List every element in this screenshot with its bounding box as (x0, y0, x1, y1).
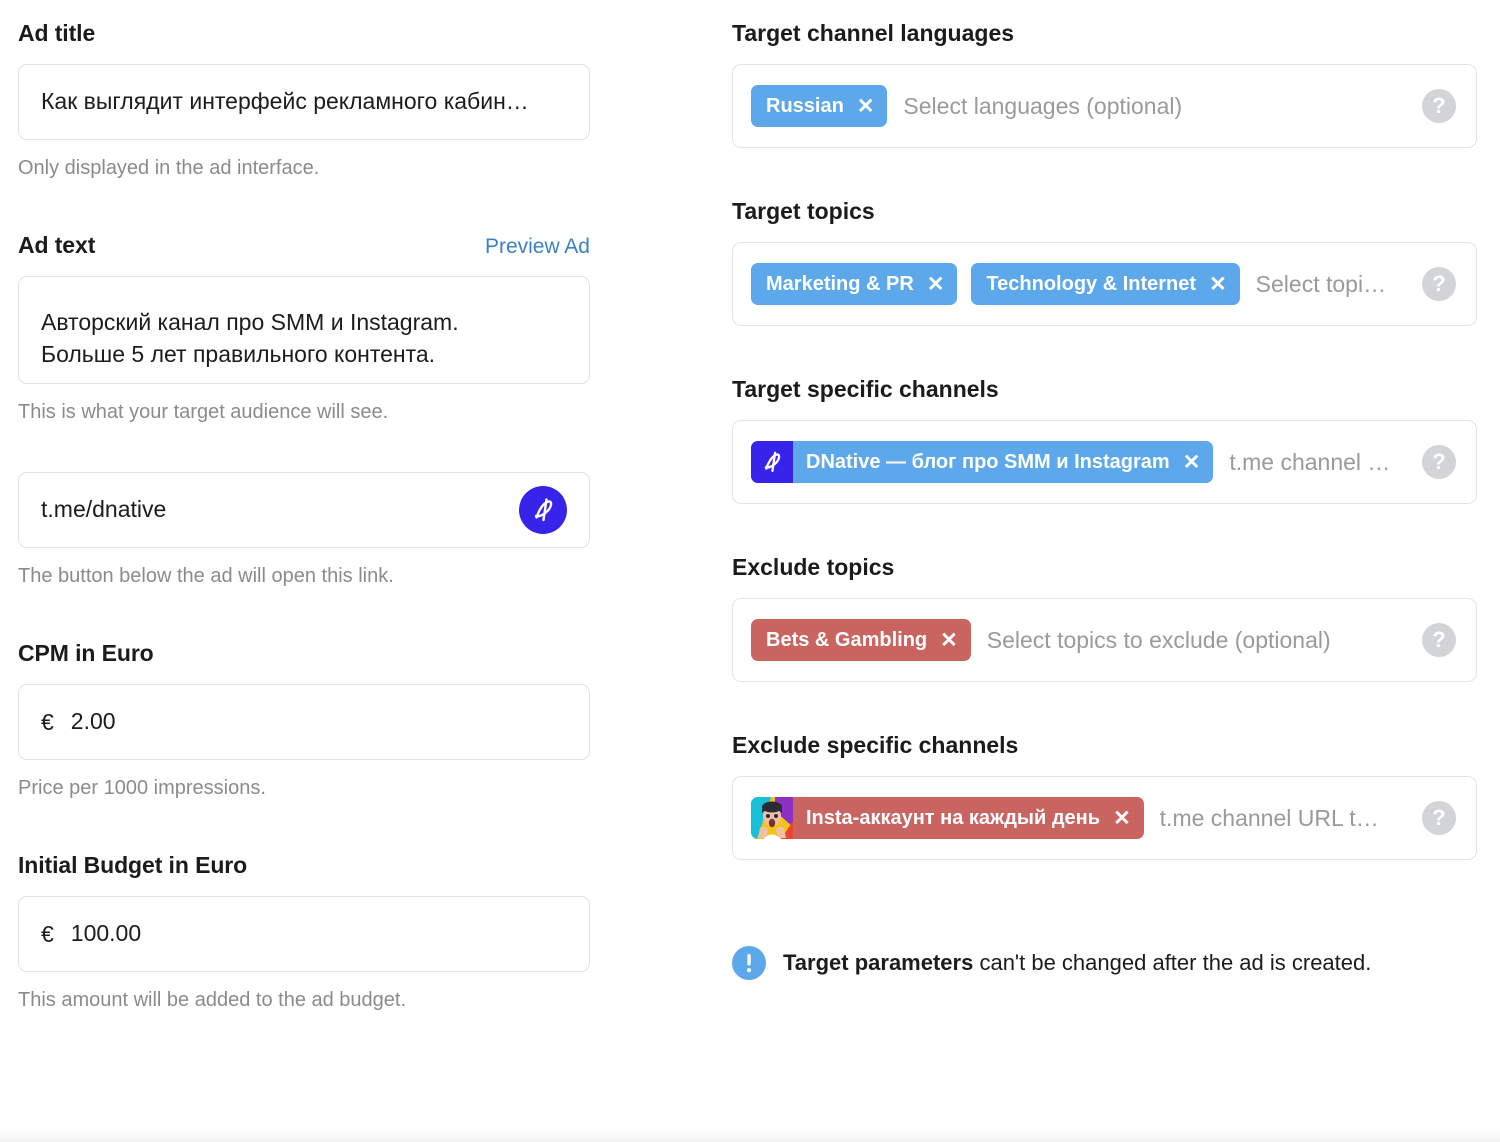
topics-placeholder: Select topi… (1255, 270, 1387, 297)
ad-text-value-line2: Больше 5 лет правильного контента. (41, 340, 436, 367)
ad-title-hint: Only displayed in the ad interface. (18, 157, 320, 179)
budget-hint: This amount will be added to the ad budg… (18, 989, 407, 1011)
exclude-channels-placeholder: t.me channel URL t… (1159, 804, 1379, 831)
chip-label: Marketing & PR (766, 273, 914, 295)
cpm-currency-symbol: € (41, 708, 54, 735)
channels-group: Target specific channels DNative — блог … (732, 376, 1477, 504)
exclude-topics-multiselect[interactable]: Bets & Gambling ✕ Select topics to exclud… (732, 598, 1477, 682)
help-icon[interactable]: ? (1422, 89, 1456, 123)
topics-group: Target topics Marketing & PR ✕ Technology … (732, 198, 1477, 326)
ad-title-label: Ad title (18, 20, 96, 46)
chip-remove-icon[interactable]: ✕ (1183, 452, 1201, 473)
ad-creation-form: Ad title Как выглядит интерфейс рекламно… (0, 0, 1500, 1142)
chip-remove-icon[interactable]: ✕ (927, 274, 945, 295)
cpm-group: CPM in Euro € 2.00 Price per 1000 impres… (18, 640, 590, 800)
chip[interactable]: Technology & Internet ✕ (971, 263, 1240, 305)
help-icon[interactable]: ? (1422, 623, 1456, 657)
channels-label: Target specific channels (732, 376, 999, 402)
ad-title-input[interactable]: Как выглядит интерфейс рекламного кабин… (18, 64, 590, 140)
ad-link-group: t.me/dnative The button below the ad wil… (18, 472, 590, 588)
dnative-avatar-icon (751, 441, 793, 483)
cpm-input[interactable]: € 2.00 (18, 684, 590, 760)
languages-chips: Russian ✕ (751, 85, 888, 127)
channels-chips: DNative — блог про SMM и Instagram ✕ (751, 441, 1214, 483)
exclude-topics-placeholder: Select topics to exclude (optional) (986, 626, 1331, 653)
info-exclamation-icon (732, 946, 766, 980)
chip-remove-icon[interactable]: ✕ (940, 630, 958, 651)
chip-remove-icon[interactable]: ✕ (1209, 274, 1227, 295)
target-parameters-notice: Target parameters can't be changed after… (732, 946, 1477, 980)
ad-link-value: t.me/dnative (41, 496, 167, 523)
cpm-value: 2.00 (70, 708, 116, 735)
ad-link-input[interactable]: t.me/dnative (18, 472, 590, 548)
cpm-hint: Price per 1000 impressions. (18, 777, 266, 799)
cpm-label: CPM in Euro (18, 640, 154, 666)
languages-multiselect[interactable]: Russian ✕ Select languages (optional) ? (732, 64, 1477, 148)
ad-text-label-row: Ad text Preview Ad (18, 232, 590, 259)
topics-chips: Marketing & PR ✕ Technology & Internet ✕ (751, 263, 1240, 305)
ad-text-group: Ad text Preview Ad Авторский канал про S… (18, 232, 590, 424)
chip-remove-icon[interactable]: ✕ (1113, 808, 1131, 829)
chip-remove-icon[interactable]: ✕ (857, 96, 875, 117)
help-icon[interactable]: ? (1422, 801, 1456, 835)
bottom-edge-fade (0, 1128, 1500, 1142)
notice-text: Target parameters can't be changed after… (783, 950, 1371, 976)
help-icon[interactable]: ? (1422, 267, 1456, 301)
exclude-channels-label: Exclude specific channels (732, 732, 1019, 758)
exclude-channels-chips: Insta-аккаунт на каждый день ✕ (751, 797, 1144, 839)
languages-placeholder: Select languages (optional) (903, 92, 1183, 119)
chip[interactable]: Russian ✕ (751, 85, 888, 127)
chip[interactable]: DNative — блог про SMM и Instagram ✕ (751, 441, 1214, 483)
chip-label: Russian (766, 95, 844, 117)
exclude-channels-group: Exclude specific channels Insta-аккаунт … (732, 732, 1477, 860)
chip[interactable]: Insta-аккаунт на каждый день ✕ (751, 797, 1144, 839)
dnative-logo-icon (519, 486, 567, 534)
notice-bold: Target parameters (783, 950, 974, 975)
budget-currency-symbol: € (41, 920, 54, 947)
left-column: Ad title Как выглядит интерфейс рекламно… (18, 0, 590, 1012)
ad-text-label: Ad text (18, 232, 96, 258)
chip-label: Technology & Internet (986, 273, 1197, 295)
exclude-topics-chips: Bets & Gambling ✕ (751, 619, 971, 661)
exclude-topics-label: Exclude topics (732, 554, 895, 580)
budget-input[interactable]: € 100.00 (18, 896, 590, 972)
chip[interactable]: Marketing & PR ✕ (751, 263, 958, 305)
ad-title-value: Как выглядит интерфейс рекламного кабин… (41, 88, 529, 115)
exclude-topics-group: Exclude topics Bets & Gambling ✕ Select t… (732, 554, 1477, 682)
channels-placeholder: t.me channel … (1229, 448, 1391, 475)
ad-link-hint: The button below the ad will open this l… (18, 565, 394, 587)
topics-label: Target topics (732, 198, 875, 224)
ad-title-group: Ad title Как выглядит интерфейс рекламно… (18, 20, 590, 180)
ad-text-hint: This is what your target audience will s… (18, 401, 389, 423)
help-icon[interactable]: ? (1422, 445, 1456, 479)
topics-multiselect[interactable]: Marketing & PR ✕ Technology & Internet ✕ Se… (732, 242, 1477, 326)
budget-value: 100.00 (70, 920, 142, 947)
notice-rest: can't be changed after the ad is created… (973, 950, 1372, 975)
insta-channel-avatar-icon (751, 797, 793, 839)
exclude-channels-multiselect[interactable]: Insta-аккаунт на каждый день ✕ t.me chann… (732, 776, 1477, 860)
languages-label: Target channel languages (732, 20, 1015, 46)
right-column: Target channel languages Russian ✕ Select… (732, 0, 1477, 980)
budget-group: Initial Budget in Euro € 100.00 This amo… (18, 852, 590, 1012)
ad-text-value-line1: Авторский канал про SMM и Instagram. (41, 308, 459, 335)
chip-label: Bets & Gambling (766, 629, 928, 651)
chip-label: DNative — блог про SMM и Instagram (806, 451, 1170, 473)
preview-ad-link[interactable]: Preview Ad (485, 235, 590, 259)
languages-group: Target channel languages Russian ✕ Select… (732, 20, 1477, 148)
channels-multiselect[interactable]: DNative — блог про SMM и Instagram ✕ t.me… (732, 420, 1477, 504)
budget-label: Initial Budget in Euro (18, 852, 248, 878)
ad-text-textarea[interactable]: Авторский канал про SMM и Instagram. Бол… (18, 276, 590, 384)
chip[interactable]: Bets & Gambling ✕ (751, 619, 971, 661)
chip-label: Insta-аккаунт на каждый день (806, 807, 1101, 829)
